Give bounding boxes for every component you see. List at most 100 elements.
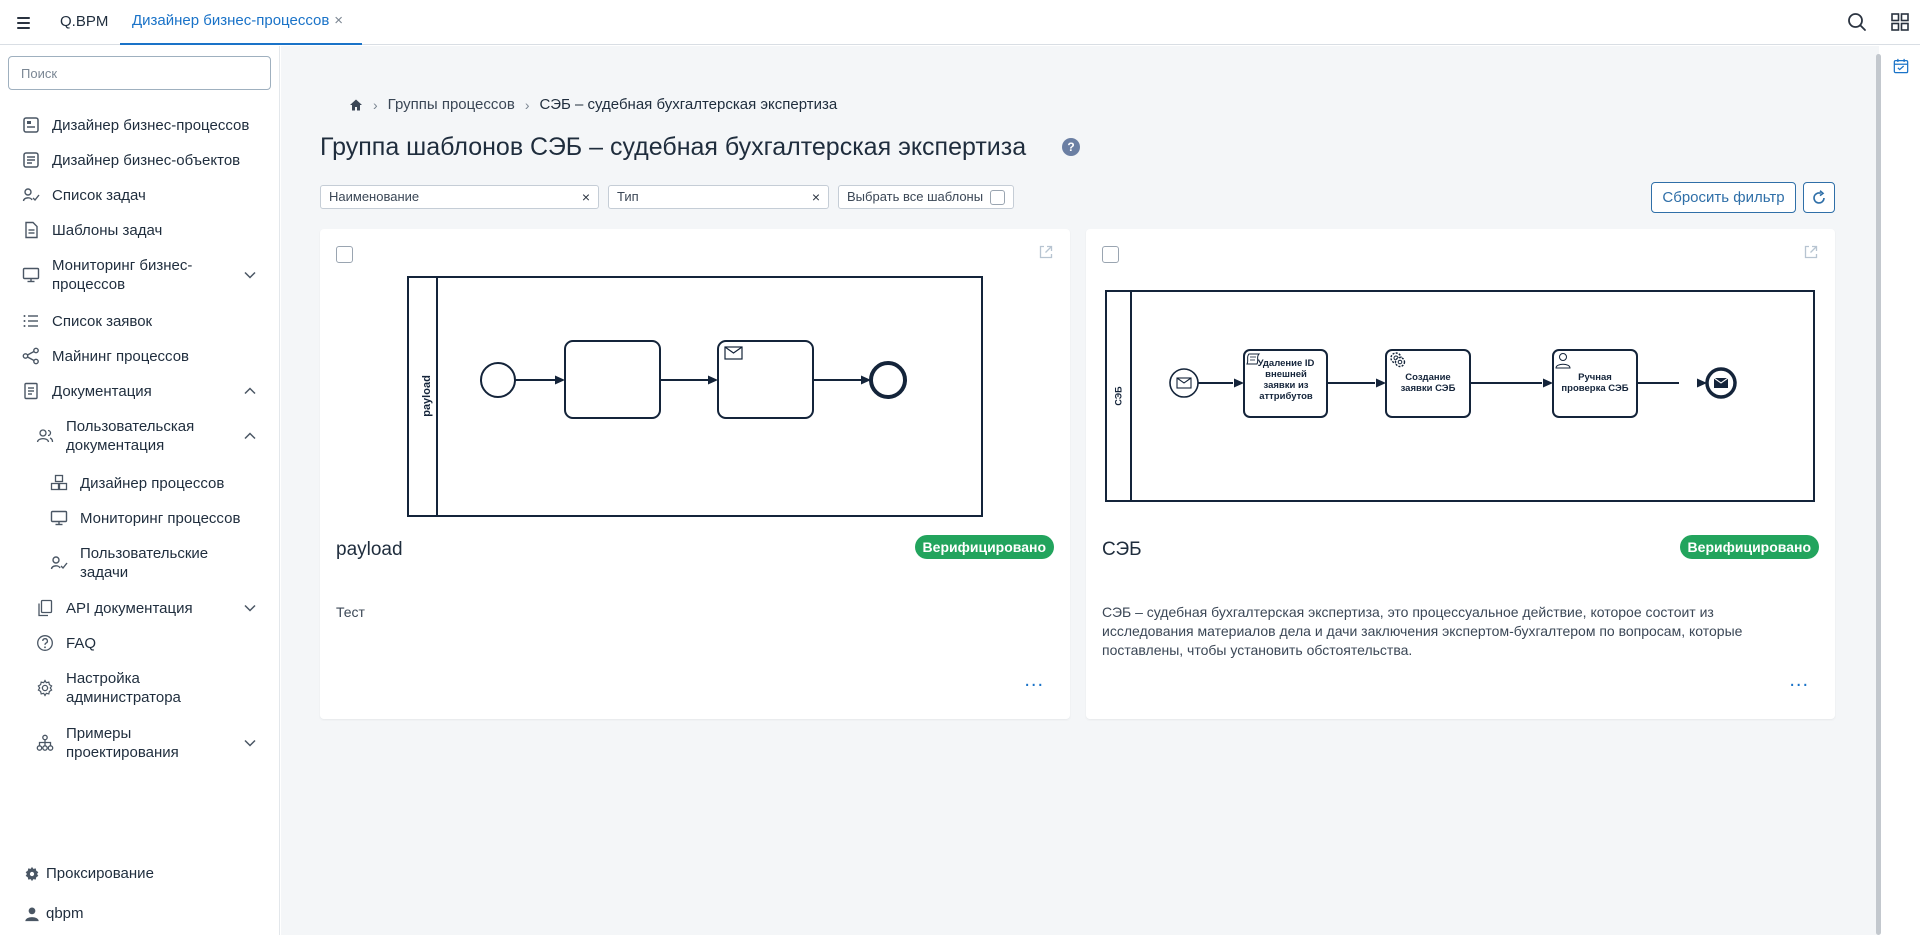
chevron-down-icon[interactable] xyxy=(242,267,258,283)
gear-icon xyxy=(37,679,53,697)
sidebar-item-label: Список задач xyxy=(52,187,146,204)
monitor-icon xyxy=(22,267,40,283)
refresh-button[interactable] xyxy=(1803,182,1835,213)
sidebar-item-label: Пользовательские задачи xyxy=(80,545,209,581)
type-filter[interactable]: Тип × xyxy=(608,185,829,209)
refresh-icon xyxy=(1813,189,1825,204)
chevron-down-icon[interactable] xyxy=(242,735,258,751)
list-icon xyxy=(23,315,38,327)
sidebar-item-task-list[interactable]: Список задач xyxy=(0,184,280,206)
task-template-icon xyxy=(25,221,38,239)
search-icon[interactable] xyxy=(1846,11,1868,33)
arrowhead xyxy=(555,375,565,385)
sidebar-item-api-docs[interactable]: API документация xyxy=(0,597,280,619)
tab-close-icon[interactable]: × xyxy=(334,12,343,29)
calendar-icon[interactable] xyxy=(1893,58,1909,74)
sidebar-item-label: Примеры проектирования xyxy=(66,725,179,761)
envelope-filled-icon xyxy=(1713,377,1729,388)
sidebar-item-bp-monitoring[interactable]: Мониторинг бизнес-процессов xyxy=(0,254,280,296)
sidebar-item-doc-process-designer[interactable]: Дизайнер процессов xyxy=(0,472,280,494)
sidebar-item-process-designer[interactable]: Дизайнер бизнес-процессов xyxy=(0,114,280,136)
search-input[interactable] xyxy=(8,56,271,90)
chevron-up-icon[interactable] xyxy=(242,383,258,399)
sidebar-item-label: Майнинг процессов xyxy=(52,348,190,365)
document-icon xyxy=(24,382,38,400)
proxy-menu-item[interactable]: Проксирование xyxy=(24,865,154,882)
select-all-label: Выбрать все шаблоны xyxy=(847,189,984,204)
tab-process-designer[interactable]: Дизайнер бизнес-процессов × xyxy=(120,0,362,45)
chevron-up-icon[interactable] xyxy=(242,428,258,444)
open-external-icon[interactable] xyxy=(1803,244,1819,260)
user-icon xyxy=(25,907,39,921)
sidebar-item-label: API документация xyxy=(66,600,193,617)
page-title: Группа шаблонов СЭБ – судебная бухгалтер… xyxy=(320,133,1027,161)
arrowhead xyxy=(1376,378,1386,388)
sidebar-item-label: Дизайнер процессов xyxy=(80,475,225,492)
sidebar-item-user-docs[interactable]: Пользовательская документация xyxy=(0,415,280,457)
task-label: аттрибутов xyxy=(1259,391,1313,402)
name-filter[interactable]: Наименование × xyxy=(320,185,599,209)
sidebar-item-label: FAQ xyxy=(66,635,97,652)
sidebar-item-label: Пользовательская документация xyxy=(66,418,195,454)
user-menu-item[interactable]: qbpm xyxy=(24,905,84,922)
tab-label: Дизайнер бизнес-процессов xyxy=(132,12,330,29)
select-all-checkbox[interactable] xyxy=(990,190,1005,205)
name-filter-label: Наименование xyxy=(329,189,420,204)
card-title: payload xyxy=(336,539,403,560)
arrowhead xyxy=(708,375,718,385)
chevron-down-icon[interactable] xyxy=(242,600,258,616)
select-all-templates[interactable]: Выбрать все шаблоны xyxy=(838,185,1014,209)
apps-grid-icon[interactable] xyxy=(1889,11,1911,33)
sidebar-item-label: Дизайнер бизнес-процессов xyxy=(52,117,250,134)
envelope-icon xyxy=(1176,377,1192,389)
sidebar-item-faq[interactable]: FAQ xyxy=(0,632,280,654)
menu-icon[interactable] xyxy=(14,12,34,32)
card-checkbox[interactable] xyxy=(1102,246,1119,263)
template-card[interactable]: payload payload Верифицировано Тест ... xyxy=(320,229,1070,719)
sidebar-item-doc-process-monitoring[interactable]: Мониторинг процессов xyxy=(0,507,280,529)
scrollbar[interactable] xyxy=(1876,54,1881,935)
bpmn-diagram: Удаление ID внешней заявки из аттрибутов… xyxy=(1105,290,1815,502)
start-event xyxy=(480,362,516,398)
task-label: Ручная xyxy=(1578,372,1612,383)
question-icon xyxy=(37,635,53,651)
right-rail xyxy=(1882,46,1920,935)
breadcrumb-link-groups[interactable]: Группы процессов xyxy=(388,96,515,113)
sidebar-item-documentation[interactable]: Документация xyxy=(0,380,280,402)
reset-filter-button[interactable]: Сбросить фильтр xyxy=(1651,182,1796,213)
task-label: внешней xyxy=(1265,369,1307,380)
more-menu-icon[interactable]: ... xyxy=(1789,669,1809,692)
sidebar-item-label: Мониторинг бизнес-процессов xyxy=(52,257,193,293)
sidebar-item-object-designer[interactable]: Дизайнер бизнес-объектов xyxy=(0,149,280,171)
card-checkbox[interactable] xyxy=(336,246,353,263)
arrowhead xyxy=(1234,378,1244,388)
sidebar-item-task-templates[interactable]: Шаблоны задач xyxy=(0,219,280,241)
open-external-icon[interactable] xyxy=(1038,244,1054,260)
sidebar-item-mining[interactable]: Майнинг процессов xyxy=(0,345,280,367)
clear-name-filter-icon[interactable]: × xyxy=(582,186,590,208)
template-card[interactable]: Удаление ID внешней заявки из аттрибутов… xyxy=(1086,229,1835,719)
sidebar-item-admin-settings[interactable]: Настройка администратора xyxy=(0,667,280,709)
more-menu-icon[interactable]: ... xyxy=(1024,669,1044,692)
lane-label: payload xyxy=(421,375,433,417)
card-description: СЭБ – судебная бухгалтерская экспертиза,… xyxy=(1102,604,1743,658)
breadcrumb-current: СЭБ – судебная бухгалтерская экспертиза xyxy=(539,96,838,113)
sidebar-item-requests[interactable]: Список заявок xyxy=(0,310,280,332)
sidebar-item-design-examples[interactable]: Примеры проектирования xyxy=(0,722,280,764)
top-bar: Q.BPM Дизайнер бизнес-процессов × xyxy=(0,0,1920,45)
clear-type-filter-icon[interactable]: × xyxy=(812,186,820,208)
users-icon xyxy=(36,429,54,443)
task-label: Создание xyxy=(1405,372,1450,383)
service-task-icon xyxy=(1390,352,1406,368)
brand-logo[interactable]: Q.BPM xyxy=(60,13,108,30)
home-icon[interactable] xyxy=(349,98,363,112)
pool-frame xyxy=(1105,290,1815,502)
card-title: СЭБ xyxy=(1102,539,1142,560)
status-badge: Верифицировано xyxy=(1679,535,1819,559)
help-icon[interactable]: ? xyxy=(1062,138,1080,156)
arrowhead xyxy=(1697,378,1707,388)
user-task-icon xyxy=(1555,353,1571,369)
breadcrumb-separator: › xyxy=(524,96,530,113)
sidebar-item-doc-user-tasks[interactable]: Пользовательские задачи xyxy=(0,542,280,584)
sidebar-item-label: Шаблоны задач xyxy=(52,222,163,239)
